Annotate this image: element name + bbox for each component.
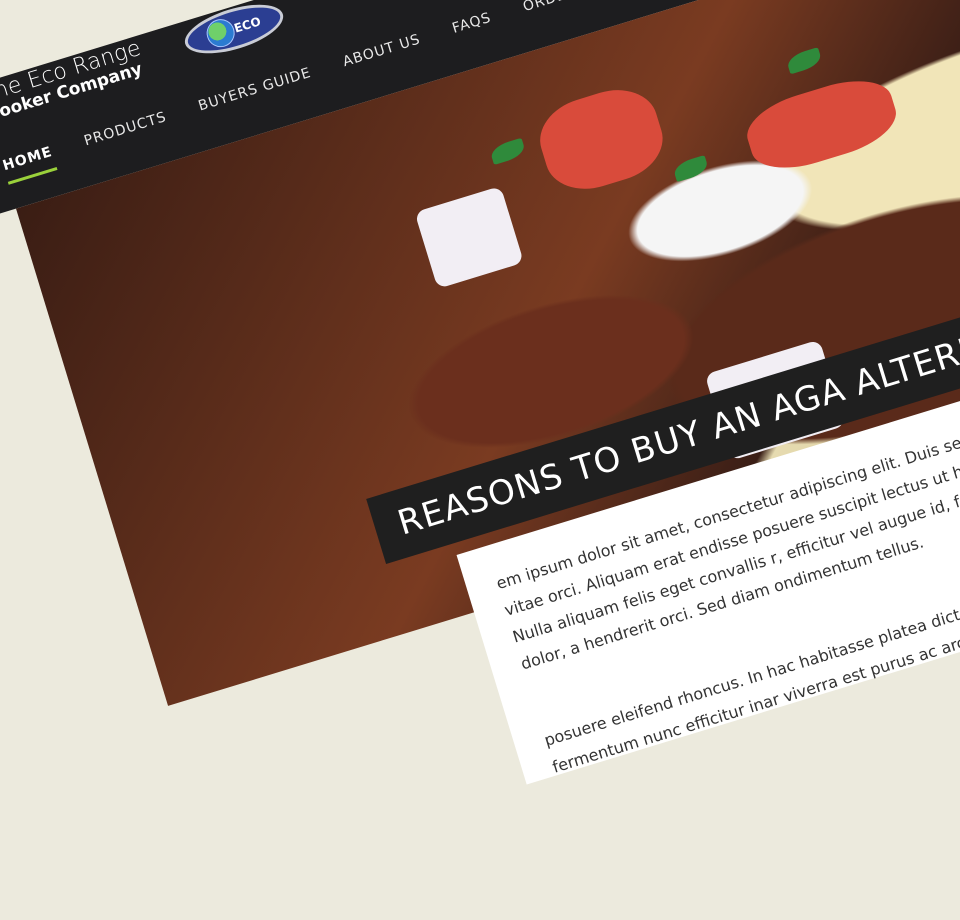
nav-faqs[interactable]: FAQs (450, 10, 496, 48)
page-stage: The Eco Range Cooker Company ECO Home Pr… (0, 0, 960, 785)
nav-products[interactable]: Products (82, 109, 172, 160)
nav-buyers-guide[interactable]: Buyers Guide (196, 65, 316, 125)
onion-piece (414, 185, 524, 289)
logo-text: ECO (232, 14, 263, 36)
nav-order[interactable]: Orde (521, 0, 571, 26)
tomato-piece (530, 78, 672, 201)
herb-leaf (488, 137, 527, 165)
tomato-piece (739, 69, 904, 180)
brand[interactable]: The Eco Range Cooker Company (0, 36, 149, 126)
brand-logo[interactable]: ECO (179, 0, 289, 64)
nav-home[interactable]: Home (0, 143, 58, 185)
nav-about-us[interactable]: About Us (341, 31, 426, 80)
herb-leaf (671, 155, 710, 183)
herb-leaf (785, 47, 824, 75)
